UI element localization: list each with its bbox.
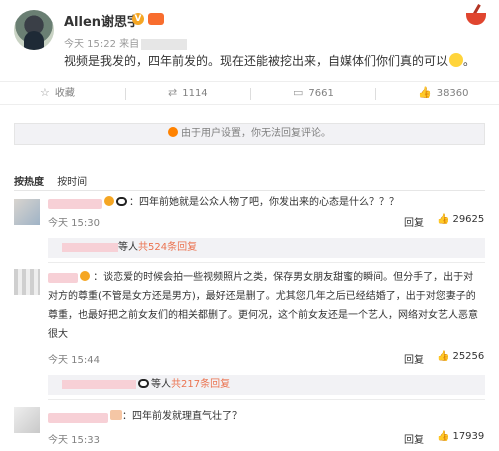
weibo-logo-icon	[463, 4, 491, 30]
comment-like-count: 17939	[452, 431, 485, 442]
comment-icon: ▭	[293, 86, 304, 99]
comment-like-button[interactable]: 👍 25256	[437, 351, 484, 362]
comment-body: ：四年前发就理直气壮了？	[122, 411, 242, 422]
post-time: 今天 15:22 来自	[64, 39, 140, 50]
comment-time: 今天 15:44	[48, 355, 100, 366]
divider	[125, 88, 126, 100]
reply-disabled-notice: 由于用户设置，你无法回复评论。	[14, 123, 485, 145]
commenter-avatar[interactable]	[14, 199, 40, 225]
comment-line: ：谈恋爱的时候会拍一些视频照片之类，保存男女朋友甜蜜的瞬间。但分手了，出于对	[93, 272, 474, 283]
post-body: 视频是我发的，四年前发的。现在还能被挖出来，自媒体们你们真的可以	[64, 54, 449, 68]
post-action-bar: ☆ 收藏 ⇄ 1114 ▭ 7661 👍 38360	[0, 81, 499, 105]
comment-text: ：四年前她就是公众人物了吧，你发出来的心态是什么？？？	[104, 193, 399, 212]
sub-prefix: 等人	[151, 379, 171, 390]
comment-like-button[interactable]: 👍 17939	[437, 431, 484, 442]
source-redacted	[141, 38, 188, 50]
reply-button[interactable]: 回复	[404, 351, 424, 366]
sub-reply-count: 共524条回复	[138, 242, 198, 253]
comment-line: 对方的尊重(不管是女方还是男方)，最好还是删了。尤其您几年之后已经结婚了，出于对…	[48, 291, 476, 302]
comment-time: 今天 15:30	[48, 218, 100, 229]
comment-body: ：四年前她就是公众人物了吧，你发出来的心态是什么？？？	[129, 197, 399, 208]
badge-icon	[104, 196, 114, 206]
sub-replies-link[interactable]: 等人共217条回复	[48, 375, 485, 395]
weibo-post: Allen谢思宇 V 今天 15:22 来自 视频是我发的，四年前发的。现在还能…	[0, 0, 499, 78]
divider	[250, 88, 251, 100]
post-text: 视频是我发的，四年前发的。现在还能被挖出来，自媒体们你们真的可以。	[64, 53, 476, 68]
comment-time: 今天 15:33	[48, 435, 100, 446]
comment-count: 7661	[308, 88, 334, 99]
panda-icon	[138, 379, 149, 388]
author-name[interactable]: Allen谢思宇	[64, 11, 140, 30]
comment-text: ：四年前发就理直气壮了？	[110, 407, 242, 426]
notice-text: 由于用户设置，你无法回复评论。	[181, 128, 331, 139]
reply-button[interactable]: 回复	[404, 214, 424, 229]
author-avatar[interactable]	[14, 10, 54, 50]
panda-icon	[116, 197, 127, 206]
favorite-label: 收藏	[54, 88, 75, 99]
comment-like-button[interactable]: 👍 29625	[437, 214, 484, 225]
member-level-icon	[148, 13, 164, 25]
repost-count: 1114	[182, 88, 208, 99]
tab-sort-hot[interactable]: 按热度	[14, 177, 44, 188]
divider	[14, 190, 485, 191]
replier-name-redacted	[62, 242, 118, 252]
sub-replies-link[interactable]: 等人共524条回复	[48, 238, 485, 258]
comment-button[interactable]: ▭ 7661	[293, 82, 334, 106]
star-icon: ☆	[40, 86, 50, 99]
like-button[interactable]: 👍 38360	[418, 82, 469, 106]
grin-emoji-icon	[449, 53, 464, 67]
post-meta: 今天 15:22 来自	[64, 35, 188, 50]
commenter-name-redacted[interactable]	[48, 413, 108, 423]
comment-like-count: 29625	[452, 214, 485, 225]
sub-reply-count: 共217条回复	[171, 379, 231, 390]
badge-icon	[80, 271, 90, 281]
reply-button[interactable]: 回复	[404, 431, 424, 446]
divider	[375, 88, 376, 100]
sub-prefix: 等人	[118, 242, 138, 253]
commenter-avatar[interactable]	[14, 407, 40, 433]
verified-badge-icon: V	[132, 13, 144, 25]
repost-button[interactable]: ⇄ 1114	[168, 82, 208, 106]
comment-text: ：谈恋爱的时候会拍一些视频照片之类，保存男女朋友甜蜜的瞬间。但分手了，出于对 对…	[48, 268, 478, 344]
commenter-avatar[interactable]	[14, 269, 40, 295]
repost-icon: ⇄	[168, 86, 178, 99]
favorite-button[interactable]: ☆ 收藏	[40, 82, 75, 106]
comment-line: 很大	[48, 329, 68, 340]
badge-icon	[110, 410, 122, 420]
thumbs-up-icon: 👍	[418, 86, 432, 99]
replier-name-redacted	[62, 379, 136, 389]
divider	[48, 262, 485, 263]
lock-icon	[168, 127, 178, 137]
tab-sort-time[interactable]: 按时间	[57, 177, 87, 188]
thumbs-up-icon: 👍	[437, 431, 450, 442]
comment-sort-tabs: 按热度 按时间	[14, 173, 97, 188]
comment-line: 尊重，也最好把之前女友们的相关都删了。更何况，这个前女友还是一个艺人，网络对女艺…	[48, 310, 478, 321]
divider	[48, 399, 485, 400]
commenter-name-redacted[interactable]	[48, 199, 102, 209]
comment-like-count: 25256	[452, 351, 485, 362]
thumbs-up-icon: 👍	[437, 214, 450, 225]
like-count: 38360	[436, 88, 469, 99]
thumbs-up-icon: 👍	[437, 351, 450, 362]
